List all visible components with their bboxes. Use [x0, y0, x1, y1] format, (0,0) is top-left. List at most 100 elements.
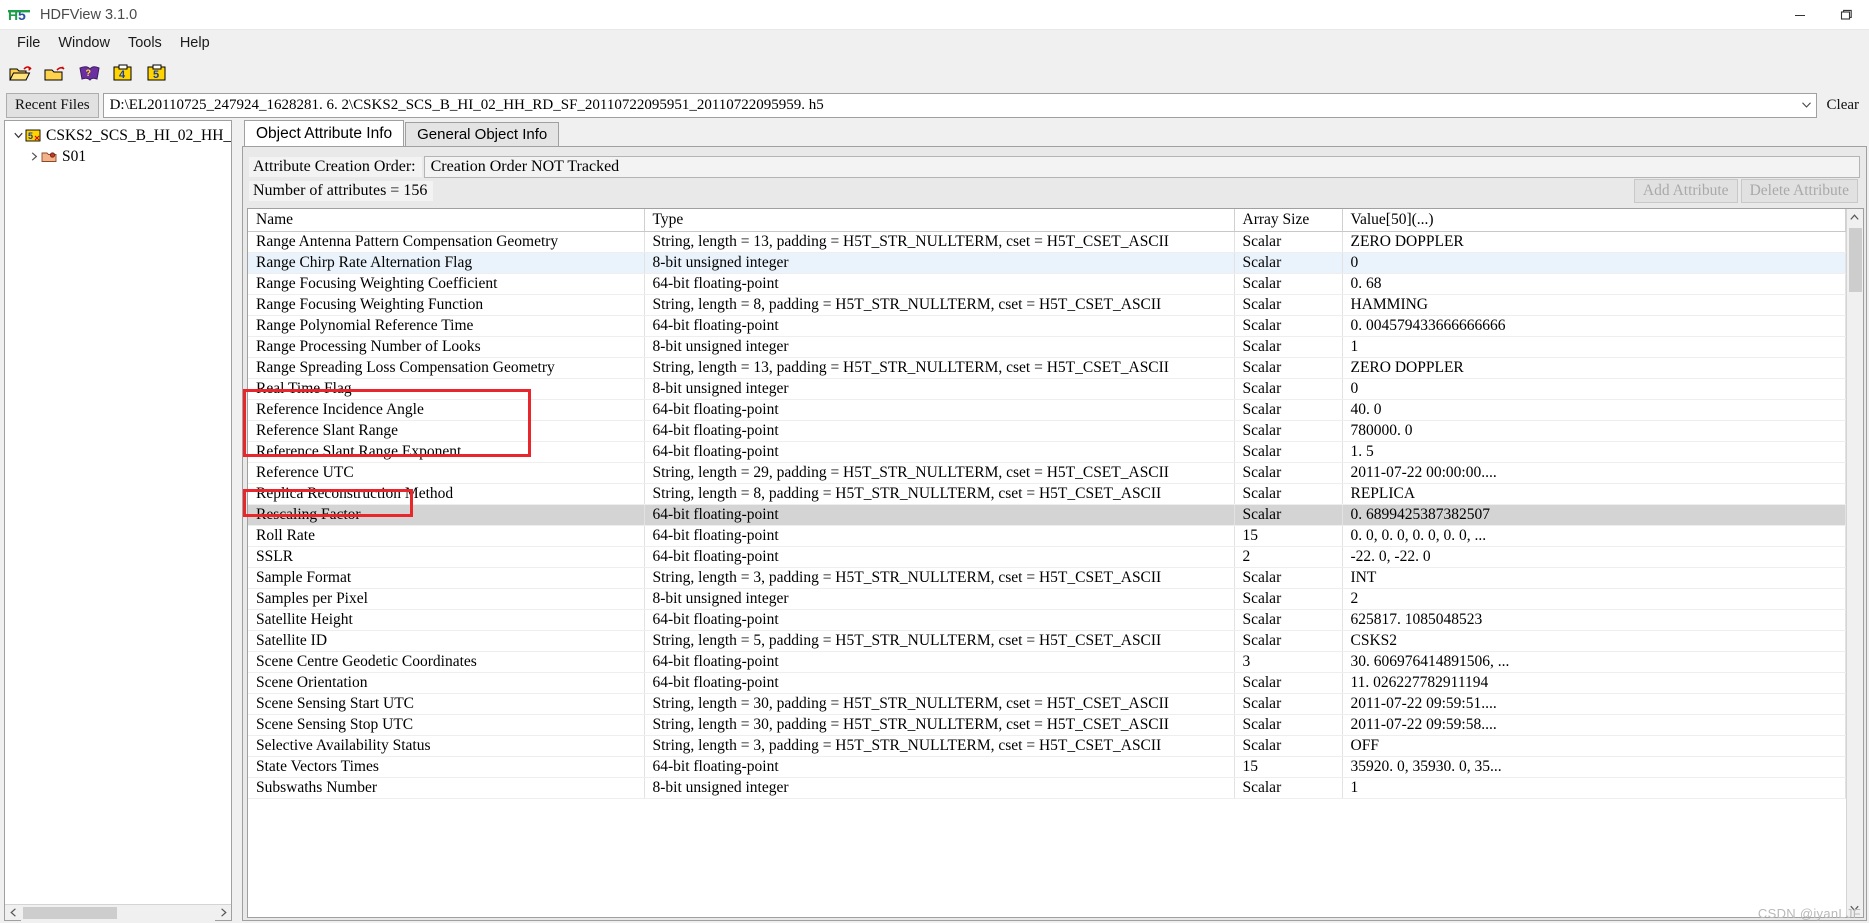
- tab-object-attribute-info[interactable]: Object Attribute Info: [244, 120, 405, 146]
- chevron-right-icon[interactable]: [215, 905, 231, 921]
- attribute-info-pane: Attribute Creation Order: Creation Order…: [242, 146, 1867, 921]
- table-row[interactable]: Replica Reconstruction Method String, len…: [248, 483, 1846, 505]
- group-icon: [41, 149, 58, 164]
- table-row[interactable]: Sample Format String, length = 3, padding…: [248, 567, 1846, 589]
- svg-text:5: 5: [18, 7, 26, 23]
- chevron-down-icon[interactable]: [11, 129, 25, 143]
- table-row[interactable]: Satellite Height 64-bit floating-point Sca…: [248, 609, 1846, 631]
- tree-horizontal-scrollbar[interactable]: [5, 904, 231, 921]
- attribute-name-cell: Scene Centre Geodetic Coordinates: [248, 651, 645, 673]
- attribute-name-cell: Range Focusing Weighting Function: [248, 294, 645, 316]
- attribute-array-size-cell: Scalar: [1234, 399, 1343, 421]
- column-header-name[interactable]: Name: [248, 209, 645, 232]
- table-row[interactable]: Range Polynomial Reference Time 64-bit fl…: [248, 315, 1846, 337]
- table-row[interactable]: Reference Slant Range Exponent 64-bit flo…: [248, 441, 1846, 463]
- table-row[interactable]: Scene Orientation 64-bit floating-point Sc…: [248, 672, 1846, 694]
- file-path-combo[interactable]: D:\EL20110725_247924_1628281. 6. 2\CSKS2…: [102, 92, 1817, 118]
- attribute-value-cell: CSKS2: [1342, 630, 1846, 652]
- attribute-table-scroll[interactable]: Name Type Array Size Value[50](...) Rang…: [248, 209, 1846, 917]
- table-row[interactable]: Reference Incidence Angle 64-bit floating…: [248, 399, 1846, 421]
- attribute-value-cell: 0. 0, 0. 0, 0. 0, 0. 0, ...: [1342, 525, 1846, 547]
- tree-scroll-thumb[interactable]: [23, 906, 117, 919]
- vertical-scroll-track[interactable]: [1847, 226, 1863, 900]
- table-row[interactable]: Reference Slant Range 64-bit floating-poi…: [248, 420, 1846, 442]
- table-row[interactable]: Range Focusing Weighting Coefficient 64-b…: [248, 273, 1846, 295]
- help-book-icon[interactable]: ?: [74, 59, 104, 87]
- attribute-type-cell: 64-bit floating-point: [644, 399, 1235, 421]
- chevron-left-icon[interactable]: [5, 905, 21, 921]
- tab-general-object-info[interactable]: General Object Info: [405, 122, 560, 146]
- table-row[interactable]: Scene Sensing Start UTC String, length = …: [248, 693, 1846, 715]
- attribute-array-size-cell: Scalar: [1234, 588, 1343, 610]
- attribute-type-cell: String, length = 3, padding = H5T_STR_NU…: [644, 567, 1235, 589]
- table-row[interactable]: SSLR 64-bit floating-point 2 -22. 0, -22. 0: [248, 546, 1846, 568]
- attribute-type-cell: 64-bit floating-point: [644, 273, 1235, 295]
- hdf-logo-icon: H 5: [8, 6, 34, 24]
- attribute-type-cell: 8-bit unsigned integer: [644, 588, 1235, 610]
- attribute-value-cell: 35920. 0, 35930. 0, 35...: [1342, 756, 1846, 778]
- title-bar: H 5 HDFView 3.1.0: [0, 0, 1869, 30]
- attribute-array-size-cell: Scalar: [1234, 609, 1343, 631]
- column-header-value[interactable]: Value[50](...): [1342, 209, 1846, 232]
- table-row[interactable]: State Vectors Times 64-bit floating-point…: [248, 756, 1846, 778]
- delete-attribute-button[interactable]: Delete Attribute: [1740, 179, 1858, 203]
- hdf5-icon[interactable]: 5: [142, 59, 172, 87]
- creation-order-value: Creation Order NOT Tracked: [423, 155, 1860, 178]
- table-row[interactable]: Reference UTC String, length = 29, paddin…: [248, 462, 1846, 484]
- menu-file[interactable]: File: [8, 33, 49, 53]
- vertical-scroll-thumb[interactable]: [1848, 228, 1862, 292]
- table-row[interactable]: Rescaling Factor 64-bit floating-point Sca…: [248, 504, 1846, 526]
- attribute-array-size-cell: 3: [1234, 651, 1343, 673]
- add-attribute-button[interactable]: Add Attribute: [1633, 179, 1738, 203]
- attribute-table-vertical-scrollbar[interactable]: [1845, 209, 1863, 917]
- attribute-array-size-cell: Scalar: [1234, 777, 1343, 799]
- attribute-type-cell: 64-bit floating-point: [644, 672, 1235, 694]
- column-header-type[interactable]: Type: [644, 209, 1235, 232]
- table-row[interactable]: Range Focusing Weighting Function String,…: [248, 294, 1846, 316]
- tree-node-s01[interactable]: S01: [5, 146, 231, 167]
- svg-text:4: 4: [119, 69, 126, 81]
- attribute-type-cell: 64-bit floating-point: [644, 609, 1235, 631]
- open-folder-icon[interactable]: [6, 59, 36, 87]
- attribute-type-cell: 64-bit floating-point: [644, 651, 1235, 673]
- hdf4-icon[interactable]: 4: [108, 59, 138, 87]
- attribute-name-cell: Range Polynomial Reference Time: [248, 315, 645, 337]
- table-row[interactable]: Scene Sensing Stop UTC String, length = 3…: [248, 714, 1846, 736]
- table-row[interactable]: Real Time Flag 8-bit unsigned integer Scal…: [248, 378, 1846, 400]
- tree-scroll-track[interactable]: [21, 904, 215, 921]
- minimize-button[interactable]: [1777, 0, 1823, 30]
- attribute-type-cell: String, length = 5, padding = H5T_STR_NU…: [644, 630, 1235, 652]
- table-row[interactable]: Range Chirp Rate Alternation Flag 8-bit u…: [248, 252, 1846, 274]
- attribute-type-cell: 8-bit unsigned integer: [644, 336, 1235, 358]
- attribute-value-cell: 2011-07-22 09:59:51....: [1342, 693, 1846, 715]
- recent-files-button[interactable]: Recent Files: [6, 92, 99, 118]
- restore-button[interactable]: [1823, 0, 1869, 30]
- table-row[interactable]: Roll Rate 64-bit floating-point 15 0. 0, 0.…: [248, 525, 1846, 547]
- attribute-name-cell: Real Time Flag: [248, 378, 645, 400]
- attribute-value-cell: 0: [1342, 378, 1846, 400]
- clear-button[interactable]: Clear: [1821, 93, 1865, 118]
- table-row[interactable]: Scene Centre Geodetic Coordinates 64-bit …: [248, 651, 1846, 673]
- close-folder-icon[interactable]: [40, 59, 70, 87]
- tree-node-file[interactable]: 5 CSKS2_SCS_B_HI_02_HH_R: [5, 125, 231, 146]
- hdfview-window: H 5 HDFView 3.1.0 File Window Tools Help: [0, 0, 1869, 923]
- menu-window[interactable]: Window: [49, 33, 119, 53]
- column-header-array-size[interactable]: Array Size: [1234, 209, 1343, 232]
- chevron-up-icon[interactable]: [1847, 209, 1863, 226]
- table-row[interactable]: Range Processing Number of Looks 8-bit un…: [248, 336, 1846, 358]
- attribute-value-cell: 40. 0: [1342, 399, 1846, 421]
- table-row[interactable]: Satellite ID String, length = 5, padding …: [248, 630, 1846, 652]
- attribute-actions: Add Attribute Delete Attribute: [1633, 179, 1860, 203]
- attribute-name-cell: Range Processing Number of Looks: [248, 336, 645, 358]
- menu-help[interactable]: Help: [171, 33, 219, 53]
- chevron-down-icon[interactable]: [1798, 102, 1816, 108]
- chevron-right-icon[interactable]: [27, 150, 41, 164]
- table-row[interactable]: Samples per Pixel 8-bit unsigned integer S…: [248, 588, 1846, 610]
- table-row[interactable]: Range Spreading Loss Compensation Geomet…: [248, 357, 1846, 379]
- attribute-name-cell: Sample Format: [248, 567, 645, 589]
- table-row[interactable]: Subswaths Number 8-bit unsigned integer Sc…: [248, 777, 1846, 799]
- attribute-name-cell: Subswaths Number: [248, 777, 645, 799]
- table-row[interactable]: Range Antenna Pattern Compensation Geome…: [248, 231, 1846, 253]
- menu-tools[interactable]: Tools: [119, 33, 171, 53]
- table-row[interactable]: Selective Availability Status String, len…: [248, 735, 1846, 757]
